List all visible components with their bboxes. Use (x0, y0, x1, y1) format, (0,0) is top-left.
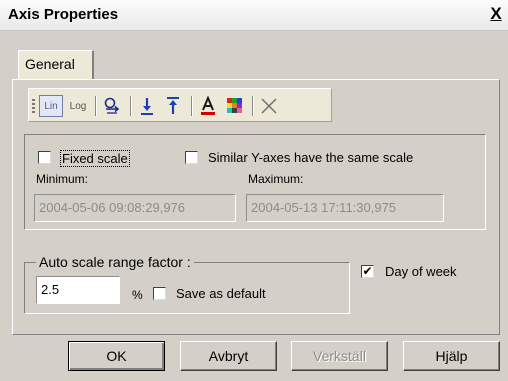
tab-general-label: General (25, 56, 75, 72)
day-of-week-label: Day of week (385, 264, 457, 279)
toolbar-separator (191, 96, 193, 116)
title-bar: Axis Properties X (0, 0, 508, 31)
apply-button[interactable]: Verkställ (291, 341, 388, 371)
linear-scale-button[interactable]: Lin (39, 95, 63, 117)
axis-toolbar: Lin Log (28, 88, 332, 122)
auto-scale-input[interactable]: 2.5 (36, 276, 120, 304)
cancel-button[interactable]: Avbryt (180, 341, 277, 371)
toolbar-separator (130, 96, 132, 116)
fixed-scale-checkbox[interactable] (38, 151, 51, 164)
auto-scale-title: Auto scale range factor : (36, 254, 194, 270)
window-title: Axis Properties (8, 6, 119, 23)
help-button[interactable]: Hjälp (403, 341, 500, 371)
day-of-week-checkbox[interactable]: ✔ (361, 265, 374, 278)
toolbar-grip[interactable] (32, 99, 35, 113)
tab-general[interactable]: General (18, 50, 94, 80)
delete-icon[interactable] (257, 95, 281, 117)
save-default-checkbox[interactable] (153, 287, 166, 300)
similar-axes-checkbox[interactable] (185, 151, 198, 164)
font-color-icon[interactable] (196, 95, 220, 117)
minimum-field[interactable]: 2004-05-06 09:08:29,976 (34, 194, 236, 222)
auto-scale-icon[interactable] (100, 95, 124, 117)
minimum-label: Minimum: (36, 172, 89, 186)
fixed-scale-label: Fixed scale (60, 150, 130, 167)
ok-button[interactable]: OK (68, 341, 165, 371)
apply-button-label: Verkställ (313, 348, 366, 364)
arrow-down-icon[interactable] (135, 95, 159, 117)
close-icon[interactable]: X (488, 5, 504, 23)
save-default-label: Save as default (176, 286, 266, 301)
arrow-up-icon[interactable] (161, 95, 185, 117)
color-palette-icon[interactable] (223, 95, 247, 117)
percent-unit: % (132, 288, 143, 302)
maximum-field[interactable]: 2004-05-13 17:11:30,975 (246, 194, 444, 222)
log-scale-button[interactable]: Log (66, 95, 90, 117)
toolbar-separator (95, 96, 97, 116)
similar-axes-label: Similar Y-axes have the same scale (208, 150, 414, 165)
toolbar-separator (252, 96, 254, 116)
maximum-label: Maximum: (248, 172, 304, 186)
